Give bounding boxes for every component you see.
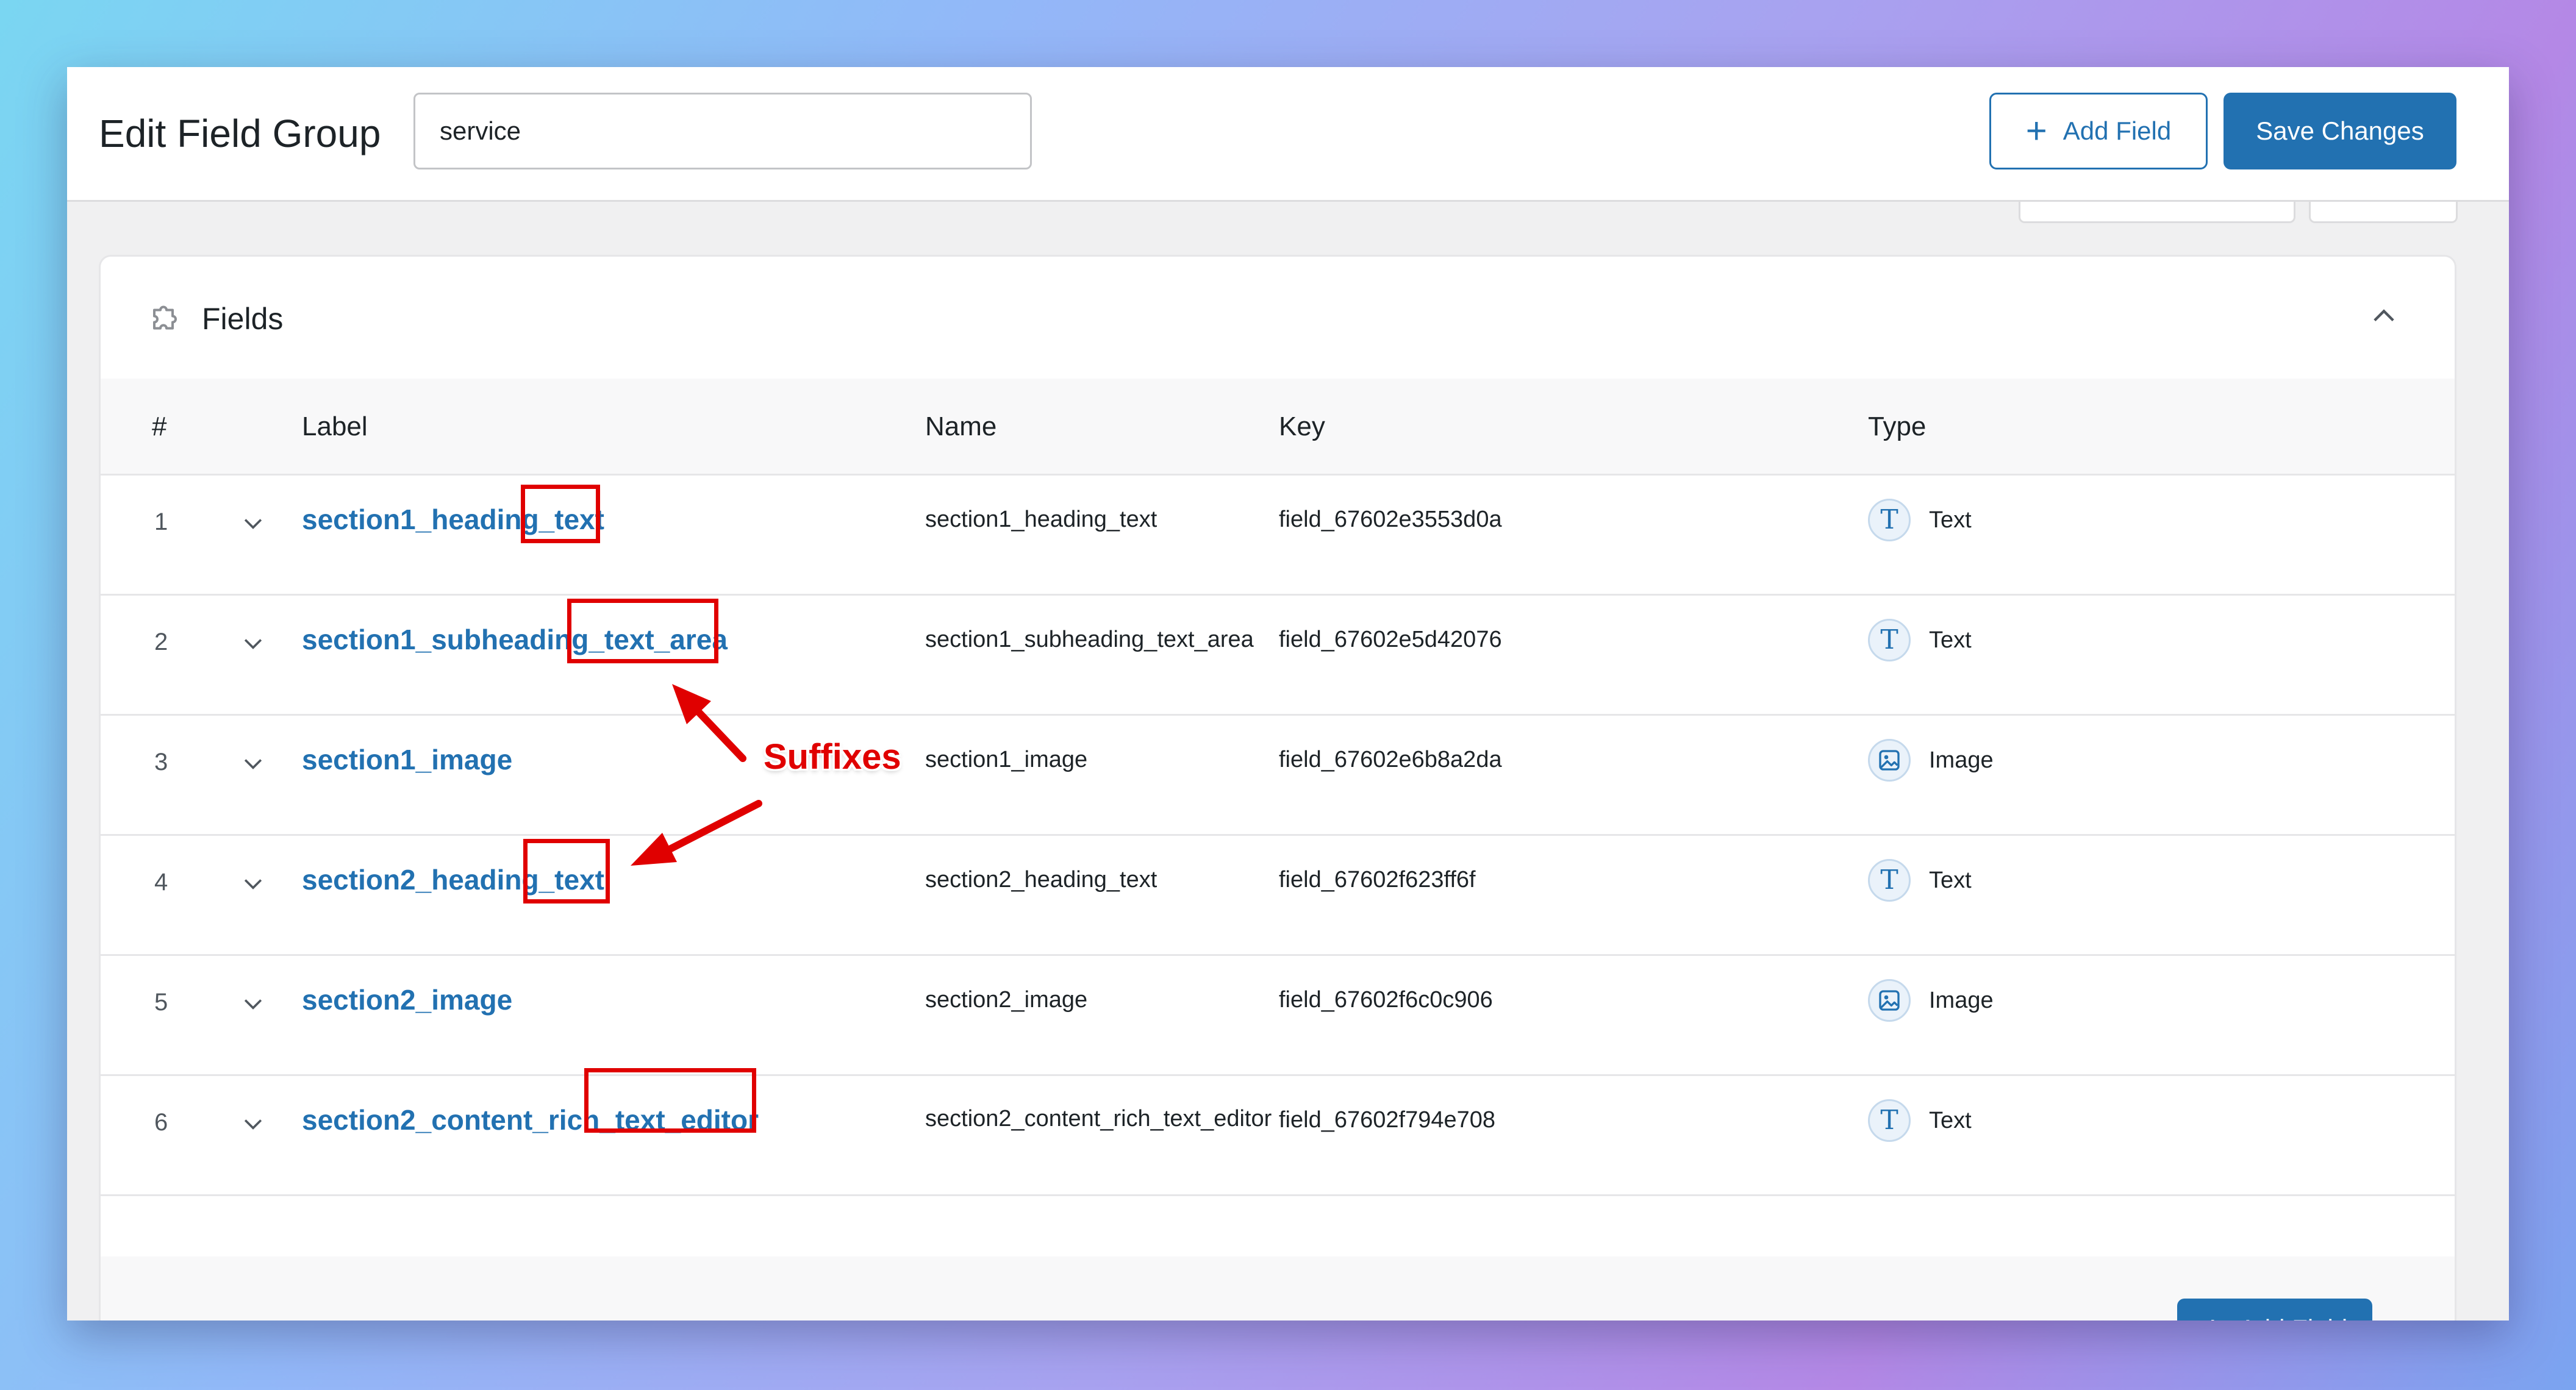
field-name: section2_content_rich_text_editor (925, 1106, 1272, 1132)
top-toolbar: Edit Field Group + Add Field Save Change… (67, 67, 2509, 202)
row-number: 3 (154, 749, 168, 775)
field-type: T Text (1868, 495, 1972, 545)
table-header: # Label Name Key Type (101, 379, 2455, 476)
column-header-number: # (152, 412, 167, 441)
annotation-label: Suffixes (764, 737, 901, 777)
field-label-link[interactable]: section2_image (302, 985, 512, 1014)
plus-icon: + (2202, 1311, 2224, 1321)
text-type-icon: T (1868, 859, 1911, 902)
column-header-key: Key (1279, 412, 1325, 441)
field-key: field_67602f794e708 (1279, 1107, 1496, 1133)
field-type-label: Text (1929, 868, 1972, 893)
fields-panel-header[interactable]: Fields (101, 257, 2455, 380)
table-row[interactable]: 6 section2_content_rich_text_editor sect… (101, 1076, 2455, 1196)
suffix-highlight-box (523, 839, 610, 904)
chevron-down-icon[interactable] (240, 1110, 267, 1137)
suffix-highlight-box (567, 599, 718, 663)
row-number: 2 (154, 629, 168, 655)
add-field-button[interactable]: + Add Field (1989, 93, 2208, 169)
field-name: section1_subheading_text_area (925, 627, 1254, 652)
image-type-icon (1868, 979, 1911, 1022)
table-row[interactable]: 2 section1_subheading_text_area section1… (101, 596, 2455, 716)
save-changes-button[interactable]: Save Changes (2224, 93, 2456, 169)
suffix-highlight-box (521, 485, 600, 543)
field-label-link[interactable]: section1_image (302, 745, 512, 774)
field-type: Image (1868, 735, 1994, 785)
suffix-highlight-box (584, 1068, 756, 1133)
field-key: field_67602e6b8a2da (1279, 747, 1502, 772)
row-number: 5 (154, 989, 168, 1016)
fields-panel: Fields # Label Name Key Type 1 section1_… (99, 255, 2456, 1320)
field-type: T Text (1868, 1096, 1972, 1146)
field-type: Image (1868, 975, 1994, 1025)
field-name: section2_image (925, 987, 1088, 1013)
add-field-label: Add Field (2063, 116, 2172, 145)
field-type: T Text (1868, 615, 1972, 665)
chevron-down-icon[interactable] (240, 510, 267, 536)
app-window: Edit Field Group + Add Field Save Change… (67, 67, 2509, 1320)
plus-icon: + (2025, 110, 2047, 151)
chevron-up-icon[interactable] (2368, 301, 2400, 332)
page-title: Edit Field Group (99, 112, 381, 155)
field-name: section1_heading_text (925, 507, 1157, 532)
field-name: section2_heading_text (925, 867, 1157, 893)
row-number: 4 (154, 869, 168, 896)
field-type-label: Text (1929, 507, 1972, 533)
image-type-icon (1868, 739, 1911, 782)
field-key: field_67602f623ff6f (1279, 867, 1476, 893)
field-key: field_67602e5d42076 (1279, 627, 1502, 652)
field-type: T Text (1868, 855, 1972, 905)
chevron-down-icon[interactable] (240, 630, 267, 657)
group-title-input[interactable] (413, 93, 1032, 169)
footer-add-field-label: Add Field (2239, 1314, 2347, 1320)
table-row[interactable]: 4 section2_heading_text section2_heading… (101, 836, 2455, 956)
field-type-label: Text (1929, 1108, 1972, 1133)
field-type-label: Text (1929, 627, 1972, 653)
chevron-down-icon[interactable] (240, 750, 267, 777)
field-key: field_67602f6c0c906 (1279, 987, 1493, 1013)
text-type-icon: T (1868, 619, 1911, 661)
field-name: section1_image (925, 747, 1088, 772)
field-type-label: Image (1929, 747, 1994, 773)
row-number: 6 (154, 1109, 168, 1136)
text-type-icon: T (1868, 499, 1911, 541)
puzzle-icon (153, 305, 177, 330)
table-row[interactable]: 3 section1_image section1_image field_67… (101, 716, 2455, 836)
row-number: 1 (154, 508, 168, 535)
chevron-down-icon[interactable] (240, 870, 267, 897)
panel-title: Fields (202, 302, 284, 336)
footer-add-field-button[interactable]: + Add Field (2177, 1299, 2372, 1320)
field-key: field_67602e3553d0a (1279, 507, 1502, 532)
chevron-down-icon[interactable] (240, 990, 267, 1017)
field-type-label: Image (1929, 988, 1994, 1013)
table-row[interactable]: 1 section1_heading_text section1_heading… (101, 476, 2455, 596)
column-header-name: Name (925, 412, 997, 441)
column-header-label: Label (302, 412, 368, 441)
table-row[interactable]: 5 section2_image section2_image field_67… (101, 956, 2455, 1076)
panel-footer (101, 1256, 2455, 1320)
column-header-type: Type (1868, 412, 1927, 441)
text-type-icon: T (1868, 1099, 1911, 1142)
